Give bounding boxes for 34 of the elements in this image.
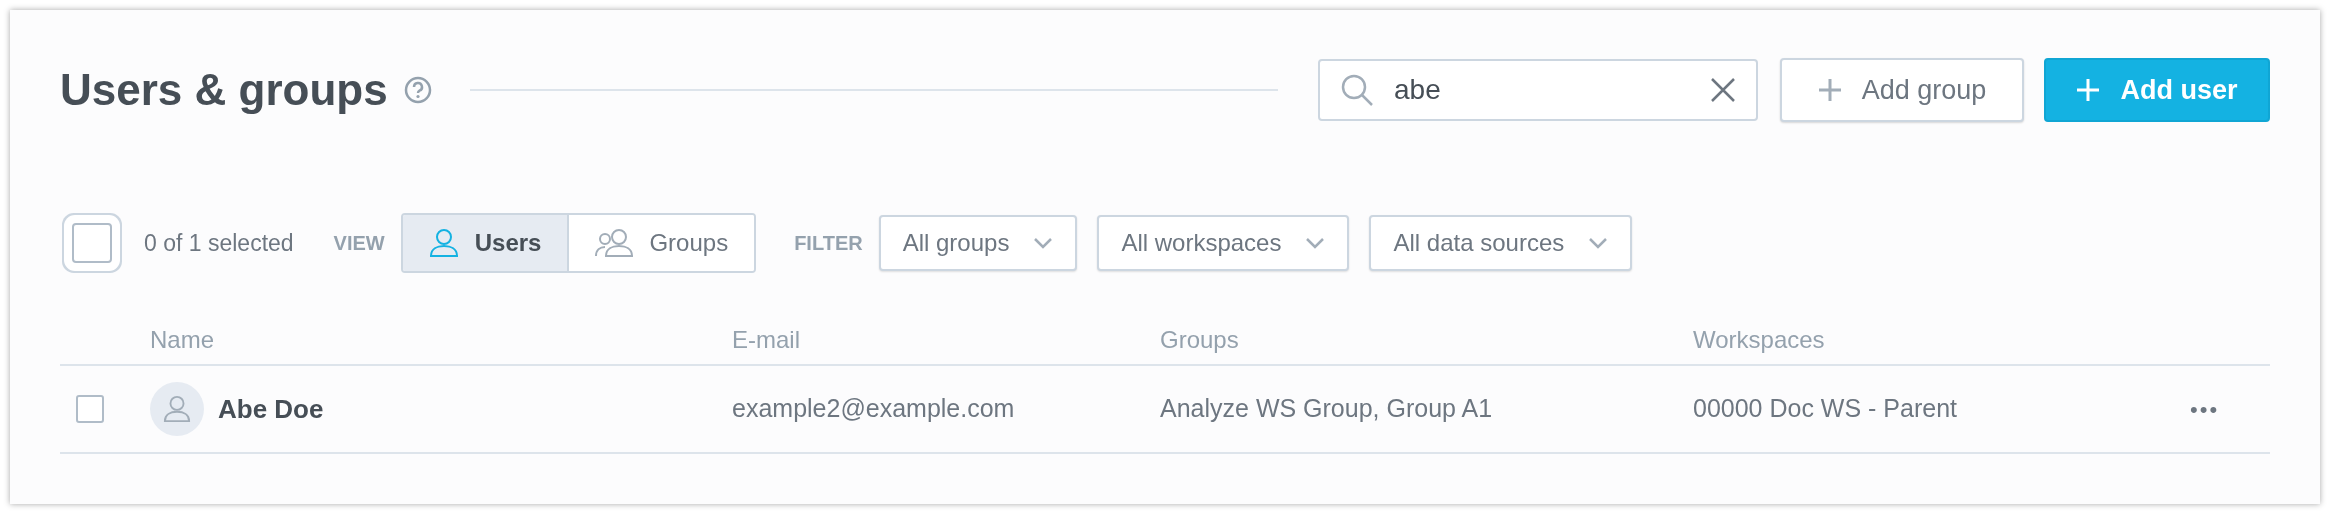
email-cell-text: example2@example.com bbox=[732, 393, 1016, 425]
filter-label: FILTER bbox=[794, 231, 863, 256]
column-header: E-mail bbox=[732, 325, 801, 355]
search-input[interactable]: abe bbox=[1394, 69, 1710, 111]
view-tab[interactable]: Users bbox=[402, 215, 568, 271]
search-field[interactable]: abe bbox=[1318, 59, 1758, 121]
more-menu-button[interactable]: ••• bbox=[2190, 392, 2220, 426]
avatar-icon bbox=[150, 382, 204, 436]
view-tab[interactable]: Groups bbox=[567, 215, 755, 271]
filter-dropdown[interactable]: All workspaces bbox=[1097, 215, 1350, 271]
view-label: VIEW bbox=[333, 231, 385, 256]
selection-count: 0 of 1 selected bbox=[144, 228, 294, 258]
add-group-button[interactable]: Add group bbox=[1780, 58, 2024, 122]
help-icon[interactable] bbox=[403, 76, 432, 104]
plus-icon bbox=[2076, 78, 2101, 102]
workspaces-cell-text: 00000 Doc WS - Parent bbox=[1693, 393, 1958, 425]
column-header: Workspaces bbox=[1693, 325, 1826, 355]
groups-cell-text: Analyze WS Group, Group A1 bbox=[1160, 393, 1494, 425]
search-icon bbox=[1340, 73, 1374, 107]
people-icon bbox=[595, 228, 634, 258]
close-icon[interactable] bbox=[1710, 77, 1736, 103]
chevron-down-icon bbox=[1033, 237, 1054, 249]
chevron-down-icon bbox=[1588, 237, 1609, 249]
user-name: Abe Doe bbox=[218, 392, 324, 426]
chevron-down-icon bbox=[1305, 237, 1326, 249]
filter-dropdown[interactable]: All groups bbox=[878, 215, 1078, 271]
column-header: Groups bbox=[1160, 325, 1240, 355]
add-user-button[interactable]: Add user bbox=[2044, 58, 2270, 122]
filter-dropdown[interactable]: All data sources bbox=[1369, 215, 1633, 271]
user-icon bbox=[428, 228, 459, 258]
page-title: Users & groups bbox=[60, 64, 388, 116]
row-checkbox[interactable] bbox=[76, 395, 104, 423]
plus-icon bbox=[1817, 78, 1842, 102]
column-header: Name bbox=[150, 325, 216, 355]
